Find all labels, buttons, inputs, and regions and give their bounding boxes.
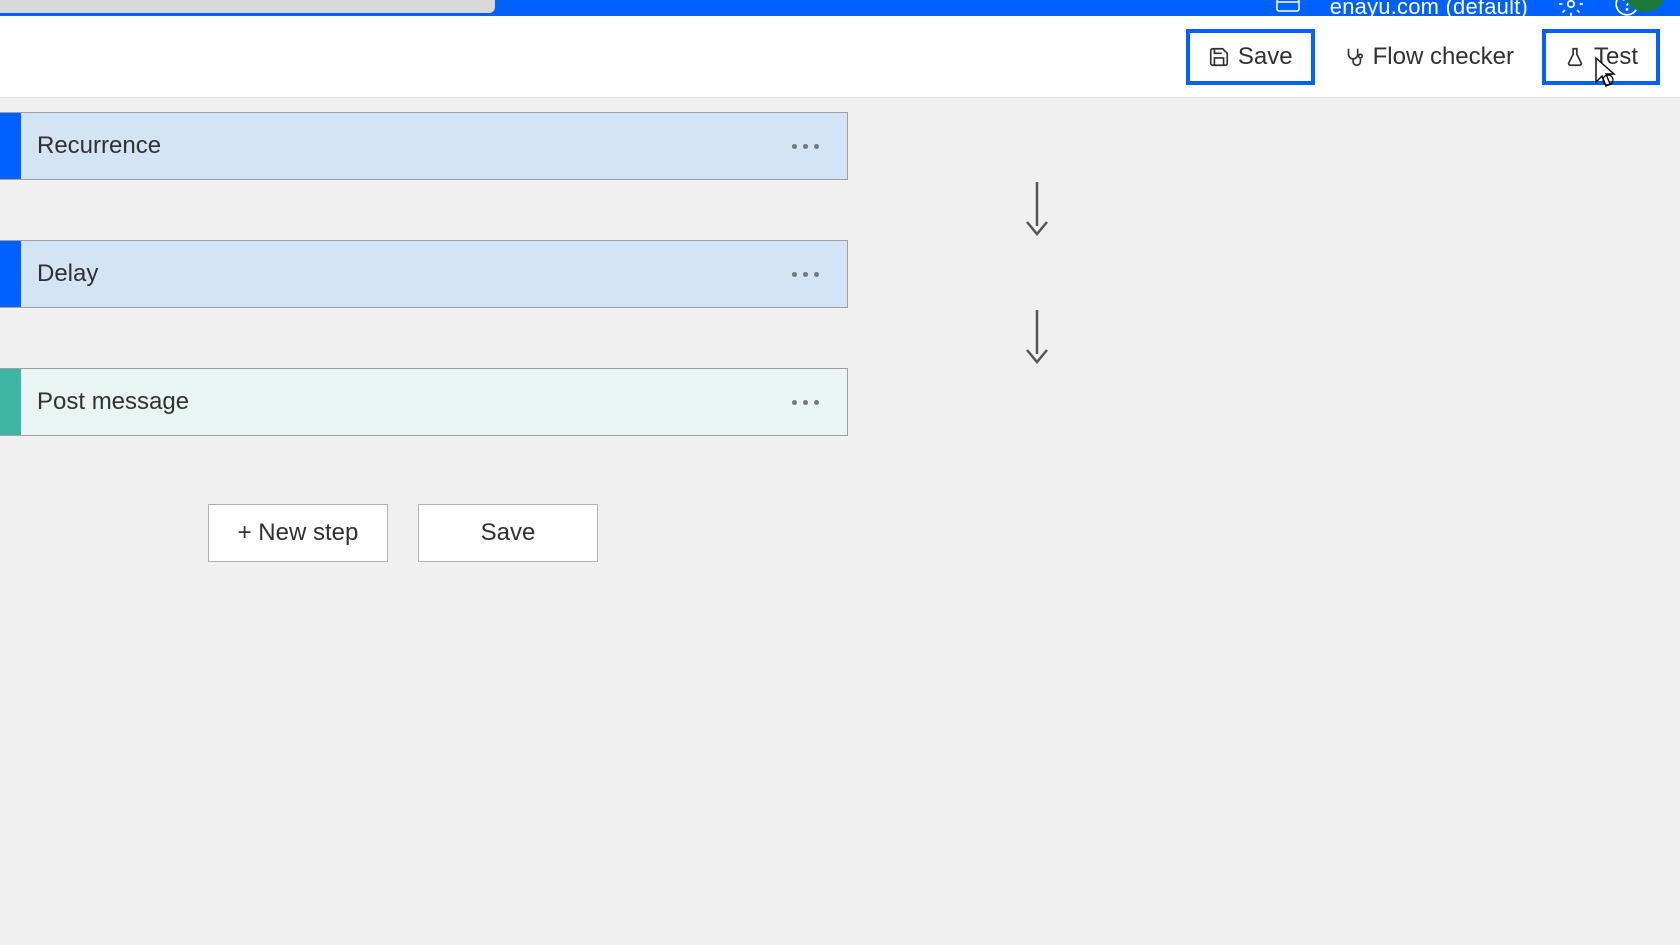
flow-checker-button[interactable]: Flow checker — [1325, 33, 1532, 81]
search-field[interactable] — [0, 0, 495, 13]
save-label: Save — [1238, 43, 1293, 71]
flow-checker-label: Flow checker — [1373, 43, 1514, 71]
step-title: Delay — [37, 260, 98, 288]
tenant-label[interactable]: enayu.com (default) — [1330, 0, 1528, 20]
more-icon[interactable] — [786, 138, 825, 155]
connector-arrow — [394, 180, 1680, 240]
header-bar: enayu.com (default) — [0, 0, 1680, 16]
step-accent — [0, 113, 21, 179]
flow-canvas: Recurrence Delay Post message + New step — [0, 98, 1680, 562]
step-title: Recurrence — [37, 132, 161, 160]
more-icon[interactable] — [786, 266, 825, 283]
cursor-icon — [1590, 56, 1618, 90]
step-accent — [0, 241, 21, 307]
step-accent — [0, 369, 21, 435]
flask-icon — [1564, 46, 1586, 68]
action-toolbar: Save Flow checker Test — [0, 16, 1680, 98]
settings-icon[interactable] — [1558, 0, 1584, 23]
new-step-button[interactable]: + New step — [208, 504, 388, 562]
canvas-save-button[interactable]: Save — [418, 504, 598, 562]
flow-step-delay[interactable]: Delay — [0, 240, 848, 308]
stethoscope-icon — [1343, 46, 1365, 68]
flow-step-post-message[interactable]: Post message — [0, 368, 848, 436]
save-button[interactable]: Save — [1186, 29, 1315, 85]
save-icon — [1208, 46, 1230, 68]
step-title: Post message — [37, 388, 189, 416]
environments-icon[interactable] — [1276, 0, 1300, 20]
flow-step-recurrence[interactable]: Recurrence — [0, 112, 848, 180]
connector-arrow — [394, 308, 1680, 368]
more-icon[interactable] — [786, 394, 825, 411]
